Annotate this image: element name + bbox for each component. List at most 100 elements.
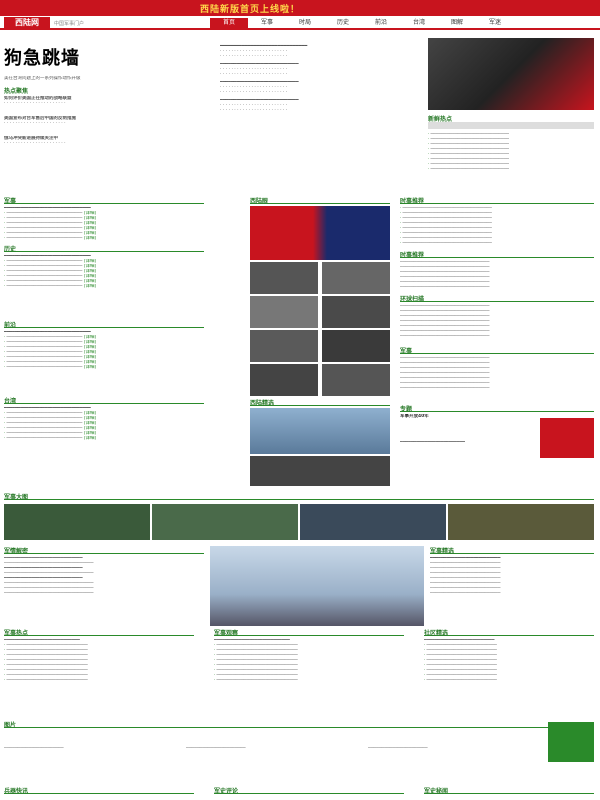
military-section-header: 军事 [4,196,204,205]
society-list: ━━━━━━━━━━━━━━━━━━━━━━━━━━ ─────────────… [424,638,594,683]
pictures-heading[interactable]: 图片 [4,722,16,729]
watch-heading[interactable]: 军事观察 [214,630,238,637]
topic-heading[interactable]: 专题 [400,406,412,413]
photo-thumb[interactable] [322,364,390,396]
nav-fans[interactable]: 军迷 [476,18,514,28]
photo-thumb[interactable] [250,296,318,328]
list-item[interactable]: · · · · · · · · · · · · · · · · · · · · … [4,101,204,106]
nav-history[interactable]: 历史 [324,18,362,28]
tab-bar[interactable] [428,122,594,129]
env-header: 环球扫描 [400,294,594,303]
list-item[interactable]: ───────────────────────────────── [4,591,204,596]
list-item[interactable]: ────────────────────────── [424,678,594,683]
list-item[interactable]: ──────────────────────────── [详细] [4,365,204,370]
promo-badge[interactable] [548,722,594,762]
photo-thumb[interactable] [250,262,318,294]
nav-politics[interactable]: 时局 [286,18,324,28]
gallery-image[interactable] [300,504,446,540]
list-item[interactable]: ───────────────────────────────── [400,334,594,339]
recommend-heading[interactable]: 时事推荐 [400,198,424,205]
list-item[interactable]: · · · · · · · · · · · · · · · · · · · · … [4,121,204,126]
gallery-image[interactable] [4,504,150,540]
mil-section-heading[interactable]: 军事 [400,348,412,355]
list-item[interactable]: · · · · · · · · · · · · · · · · · · · · … [220,108,420,113]
jet-showcase[interactable] [210,546,424,626]
review-header: 军史评论 [214,786,404,795]
photo-thumb[interactable] [250,364,318,396]
announcement[interactable]: 西陆新版首页上线啦！ [200,2,300,15]
watch-list: ━━━━━━━━━━━━━━━━━━━━━━━━━━━━ ───────────… [214,638,404,683]
top-banner: 西陆新版首页上线啦！ [0,0,600,16]
main-nav: 首页 军事 时局 历史 前沿 台湾 图解 军迷 [210,18,514,28]
decode-header: 军情解密 [4,546,204,555]
fresh-news-list: ───────────────────────────── ──────────… [428,132,594,172]
hot-header: 军事热点 [4,628,194,637]
hero-title[interactable]: 狗急跳墙 [4,44,80,70]
topic-image[interactable] [540,418,594,458]
nav-graphics[interactable]: 图解 [438,18,476,28]
hot-list: ━━━━━━━━━━━━━━━━━━━━━━━━━━━━ ───────────… [4,638,194,683]
mil-picture-header: 军事大图 [4,492,594,501]
photo-thumb[interactable] [322,262,390,294]
list-item[interactable]: ───────────────────────────────── [400,386,594,391]
hot-heading[interactable]: 军事热点 [4,630,28,637]
weapons-header: 兵器快讯 [4,786,194,795]
list-item[interactable]: · · · · · · · · · · · · · · · · · · · · … [220,90,420,95]
frontier-heading[interactable]: 前沿 [4,322,16,329]
list-item[interactable]: ──────────────────────────── [详细] [4,284,204,289]
recommend2-heading[interactable]: 时事推荐 [400,252,424,259]
site-logo[interactable]: 西陆网 [4,17,50,29]
gallery-image[interactable] [152,504,298,540]
photo-thumb[interactable] [250,330,318,362]
list-item[interactable]: ────────────────────────────── [4,678,194,683]
nav-military[interactable]: 军事 [248,18,286,28]
military-heading[interactable]: 军事 [4,198,16,205]
list-item[interactable]: · · · · · · · · · · · · · · · · · · · · … [4,141,204,146]
select-header: 军事精选 [430,546,594,555]
nav-frontier[interactable]: 前沿 [362,18,400,28]
list-item[interactable]: ────────────────────── [4,746,180,751]
env-heading[interactable]: 环球扫描 [400,296,424,303]
photo-thumb[interactable] [322,330,390,362]
recommend2-header: 时事推荐 [400,250,594,259]
society-heading[interactable]: 社区精选 [424,630,448,637]
west-select-heading[interactable]: 西陆精选 [250,400,274,407]
hot-focus-heading: 热点聚焦 [4,88,29,95]
watch-header: 军事观察 [214,628,404,637]
list-item[interactable]: ──────────────────────────── [详细] [4,436,204,441]
list-item[interactable]: ────────────────────── [368,746,544,751]
photo-thumb[interactable] [250,456,390,486]
history-heading[interactable]: 历史 [4,246,16,253]
jet-photo[interactable] [250,408,390,454]
west-eye-heading[interactable]: 西陆眼 [250,198,268,205]
taiwan-heading[interactable]: 台湾 [4,398,16,405]
flag-photo[interactable] [250,206,390,260]
list-item[interactable]: ────────────────────── [186,746,362,751]
frontier-section-header: 前沿 [4,320,204,329]
list-item[interactable]: ────────────────────────────── [214,678,404,683]
west-select-header: 西陆精选 [250,398,390,407]
nav-taiwan[interactable]: 台湾 [400,18,438,28]
navbar: 西陆网 中国军事门户 首页 军事 时局 历史 前沿 台湾 图解 军迷 [0,16,600,30]
review-heading[interactable]: 军史评论 [214,788,238,795]
recommend-header: 时事推荐 [400,196,594,205]
decode-heading[interactable]: 军情解密 [4,548,28,555]
nav-home[interactable]: 首页 [210,18,248,28]
secret-heading[interactable]: 军史秘闻 [424,788,448,795]
mil-picture-heading[interactable]: 军事大图 [4,494,28,501]
photo-thumb[interactable] [322,296,390,328]
middle-news: ━━━━━━━━━━━━━━━━━━━━━━━━━━━━━ · · · · · … [220,44,420,113]
hero-photo[interactable] [428,38,594,110]
list-item[interactable]: · · · · · · · · · · · · · · · · · · · · … [220,72,420,77]
select-heading[interactable]: 军事精选 [430,548,454,555]
list-item[interactable]: · · · · · · · · · · · · · · · · · · · · … [220,54,420,59]
list-item[interactable]: ───────────────────────────────── [400,241,594,246]
gallery-image[interactable] [448,504,594,540]
weapons-heading[interactable]: 兵器快讯 [4,788,28,795]
list-item[interactable]: ───────────────────────────────── [400,285,594,290]
recommend-list: ───────────────────────────────── ──────… [400,206,594,246]
military-list: ━━━━━━━━━━━━━━━━━━━━━━━━━━━━━━━━ ───────… [4,206,204,241]
list-item[interactable]: ──────────────────────────── [详细] [4,236,204,241]
list-item[interactable]: ───────────────────────────── [428,167,594,172]
list-item[interactable]: ────────────────────────── [430,591,594,596]
